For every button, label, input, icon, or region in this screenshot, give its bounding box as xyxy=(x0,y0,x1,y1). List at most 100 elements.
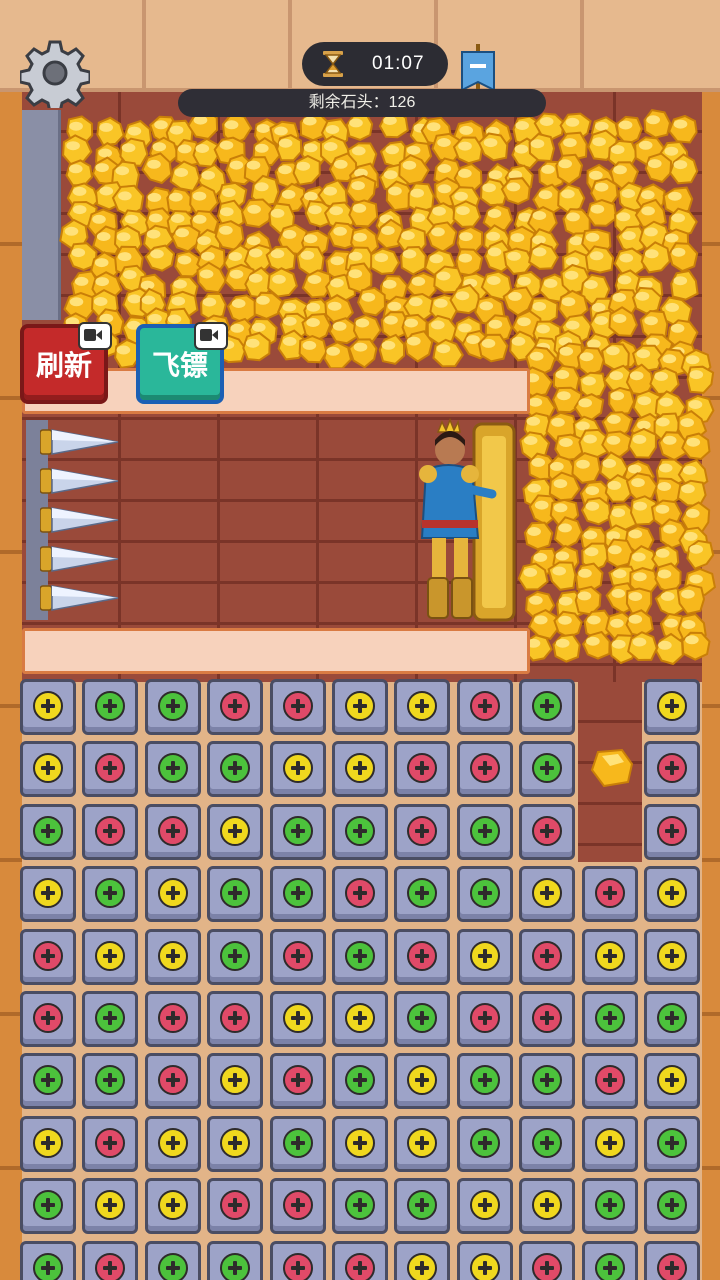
yellow-screw-icon[interactable] xyxy=(345,1127,375,1158)
screw-tile[interactable] xyxy=(82,866,139,923)
screw-tile[interactable] xyxy=(456,741,513,798)
screw-tile[interactable] xyxy=(82,803,139,860)
yellow-screw-icon[interactable] xyxy=(95,1190,126,1221)
screw-tile[interactable] xyxy=(144,1053,201,1110)
red-screw-icon[interactable] xyxy=(532,815,563,846)
screw-tile[interactable] xyxy=(269,1240,326,1280)
yellow-screw-icon[interactable] xyxy=(657,940,687,971)
yellow-screw-icon[interactable] xyxy=(345,1003,375,1033)
red-screw-icon[interactable] xyxy=(157,1003,188,1033)
yellow-screw-icon[interactable] xyxy=(220,1065,251,1096)
screw-tile[interactable] xyxy=(144,741,201,798)
yellow-screw-icon[interactable] xyxy=(282,1003,313,1033)
screw-tile[interactable] xyxy=(519,741,576,798)
green-screw-icon[interactable] xyxy=(345,1065,375,1096)
screw-tile[interactable] xyxy=(20,928,76,985)
screw-tile[interactable] xyxy=(644,741,700,798)
green-screw-icon[interactable] xyxy=(33,1190,63,1221)
red-screw-icon[interactable] xyxy=(95,1252,126,1280)
green-screw-icon[interactable] xyxy=(282,878,313,909)
red-screw-icon[interactable] xyxy=(157,1065,188,1096)
screw-tile[interactable] xyxy=(456,1240,513,1280)
screw-tile[interactable] xyxy=(82,928,139,985)
red-screw-icon[interactable] xyxy=(220,1190,251,1221)
red-screw-icon[interactable] xyxy=(657,815,687,846)
screw-tile[interactable] xyxy=(394,803,451,860)
green-screw-icon[interactable] xyxy=(345,1190,375,1221)
yellow-screw-icon[interactable] xyxy=(33,1127,63,1158)
screw-tile[interactable] xyxy=(644,803,700,860)
screw-tile[interactable] xyxy=(519,679,576,735)
screw-tile[interactable] xyxy=(207,803,264,860)
red-screw-icon[interactable] xyxy=(282,1190,313,1221)
screw-tile[interactable] xyxy=(269,991,326,1047)
screw-tile[interactable] xyxy=(20,803,76,860)
yellow-screw-icon[interactable] xyxy=(657,878,687,909)
screw-tile[interactable] xyxy=(581,1178,638,1235)
yellow-screw-icon[interactable] xyxy=(33,753,63,784)
screw-tile[interactable] xyxy=(269,1053,326,1110)
screw-tile[interactable] xyxy=(519,866,576,923)
screw-tile[interactable] xyxy=(269,1178,326,1235)
red-screw-icon[interactable] xyxy=(469,753,500,784)
green-screw-icon[interactable] xyxy=(532,1127,563,1158)
red-screw-icon[interactable] xyxy=(95,753,126,784)
yellow-screw-icon[interactable] xyxy=(657,691,687,721)
screw-tile[interactable] xyxy=(581,866,638,923)
screw-tile[interactable] xyxy=(82,679,139,735)
green-screw-icon[interactable] xyxy=(469,815,500,846)
green-screw-icon[interactable] xyxy=(95,1003,126,1033)
screw-tile[interactable] xyxy=(519,1240,576,1280)
screw-tile[interactable] xyxy=(82,1178,139,1235)
screw-tile[interactable] xyxy=(144,1240,201,1280)
green-screw-icon[interactable] xyxy=(657,1003,687,1033)
green-screw-icon[interactable] xyxy=(594,1190,625,1221)
green-screw-icon[interactable] xyxy=(594,1003,625,1033)
green-screw-icon[interactable] xyxy=(157,1252,188,1280)
screw-tile[interactable] xyxy=(332,1053,388,1110)
red-screw-icon[interactable] xyxy=(282,940,313,971)
screw-tile[interactable] xyxy=(394,991,451,1047)
yellow-screw-icon[interactable] xyxy=(532,1190,563,1221)
screw-tile[interactable] xyxy=(269,1115,326,1172)
red-screw-icon[interactable] xyxy=(469,1003,500,1033)
yellow-screw-icon[interactable] xyxy=(407,1065,438,1096)
green-screw-icon[interactable] xyxy=(157,691,188,721)
screw-tile[interactable] xyxy=(332,1178,388,1235)
screw-tile[interactable] xyxy=(82,1053,139,1110)
red-screw-icon[interactable] xyxy=(282,1252,313,1280)
yellow-screw-icon[interactable] xyxy=(157,1127,188,1158)
screw-tile[interactable] xyxy=(269,866,326,923)
screw-tile[interactable] xyxy=(144,1115,201,1172)
green-screw-icon[interactable] xyxy=(345,940,375,971)
screw-tile[interactable] xyxy=(644,1178,700,1235)
red-screw-icon[interactable] xyxy=(282,1065,313,1096)
screw-tile[interactable] xyxy=(644,866,700,923)
red-screw-icon[interactable] xyxy=(657,1252,687,1280)
screw-tile[interactable] xyxy=(456,866,513,923)
green-screw-icon[interactable] xyxy=(469,878,500,909)
red-screw-icon[interactable] xyxy=(407,815,438,846)
screw-tile[interactable] xyxy=(20,679,76,735)
screw-tile[interactable] xyxy=(207,866,264,923)
screw-tile[interactable] xyxy=(269,741,326,798)
screw-tile[interactable] xyxy=(581,1053,638,1110)
screw-tile[interactable] xyxy=(207,1240,264,1280)
green-screw-icon[interactable] xyxy=(220,940,251,971)
screw-tile[interactable] xyxy=(82,991,139,1047)
screw-tile[interactable] xyxy=(394,679,451,735)
screw-tile[interactable] xyxy=(519,1053,576,1110)
red-screw-icon[interactable] xyxy=(95,815,126,846)
screw-tile[interactable] xyxy=(394,866,451,923)
screw-tile[interactable] xyxy=(332,803,388,860)
screw-tile[interactable] xyxy=(394,1178,451,1235)
screw-tile[interactable] xyxy=(144,679,201,735)
screw-tile[interactable] xyxy=(581,1240,638,1280)
screw-tile[interactable] xyxy=(207,1178,264,1235)
green-screw-icon[interactable] xyxy=(33,1252,63,1280)
yellow-screw-icon[interactable] xyxy=(33,878,63,909)
screw-tile[interactable] xyxy=(519,991,576,1047)
screw-tile[interactable] xyxy=(269,928,326,985)
screw-tile[interactable] xyxy=(20,991,76,1047)
gear-icon[interactable] xyxy=(20,38,90,108)
